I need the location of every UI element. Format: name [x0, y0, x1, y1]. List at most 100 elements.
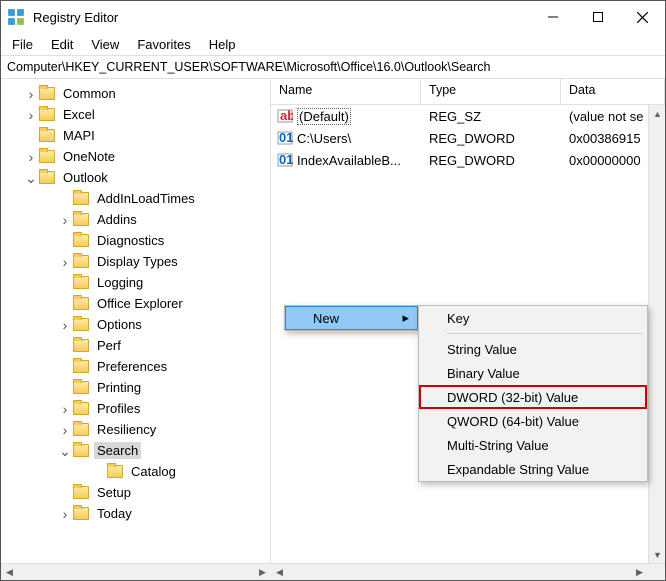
expand-icon[interactable]: ›	[23, 108, 39, 122]
scroll-right-icon[interactable]: ▶	[254, 564, 271, 580]
menu-item-binary[interactable]: Binary Value	[419, 361, 647, 385]
folder-icon	[73, 444, 89, 457]
tree-item[interactable]: ›Profiles	[1, 398, 270, 419]
tree-item[interactable]: ›Resiliency	[1, 419, 270, 440]
tree-item[interactable]: ›Today	[1, 503, 270, 524]
tree-item-selected[interactable]: ⌄Search	[1, 440, 270, 461]
tree-item[interactable]: ›Addins	[1, 209, 270, 230]
tree-item[interactable]: ›Excel	[1, 104, 270, 125]
menu-file[interactable]: File	[3, 35, 42, 54]
scrollbar-horizontal-tree[interactable]: ◀ ▶	[1, 563, 271, 580]
dword-value-icon: 011	[277, 152, 293, 168]
scroll-left-icon[interactable]: ◀	[1, 564, 18, 580]
tree-item[interactable]: Preferences	[1, 356, 270, 377]
menubar: File Edit View Favorites Help	[1, 33, 665, 55]
menu-edit[interactable]: Edit	[42, 35, 82, 54]
tree-item[interactable]: ›Display Types	[1, 251, 270, 272]
tree-item[interactable]: ›Common	[1, 83, 270, 104]
maximize-button[interactable]	[575, 1, 620, 33]
tree-item[interactable]: Office Explorer	[1, 293, 270, 314]
scroll-down-icon[interactable]: ▼	[649, 546, 665, 563]
tree-item[interactable]: MAPI	[1, 125, 270, 146]
menu-item-dword-highlighted[interactable]: DWORD (32-bit) Value	[419, 385, 647, 409]
menu-favorites[interactable]: Favorites	[128, 35, 199, 54]
scrollbar-vertical[interactable]: ▲ ▼	[648, 105, 665, 563]
dword-value-icon: 011	[277, 130, 293, 146]
scroll-left-icon[interactable]: ◀	[271, 564, 288, 580]
tree-item[interactable]: Perf	[1, 335, 270, 356]
folder-icon	[39, 129, 55, 142]
folder-icon	[73, 402, 89, 415]
menu-item-qword[interactable]: QWORD (64-bit) Value	[419, 409, 647, 433]
tree-item[interactable]: ⌄Outlook	[1, 167, 270, 188]
context-menu: New ▸	[284, 305, 419, 331]
tree-item[interactable]: Diagnostics	[1, 230, 270, 251]
folder-icon	[73, 507, 89, 520]
expand-icon[interactable]: ›	[57, 318, 73, 332]
tree-view[interactable]: ›Common ›Excel MAPI ›OneNote ⌄Outlook Ad…	[1, 79, 271, 580]
expand-icon[interactable]: ›	[57, 402, 73, 416]
tree-item[interactable]: Catalog	[1, 461, 270, 482]
scroll-up-icon[interactable]: ▲	[649, 105, 665, 122]
address-bar[interactable]: Computer\HKEY_CURRENT_USER\SOFTWARE\Micr…	[1, 55, 665, 79]
minimize-button[interactable]	[530, 1, 575, 33]
menu-help[interactable]: Help	[200, 35, 245, 54]
close-button[interactable]	[620, 1, 665, 33]
folder-icon	[39, 150, 55, 163]
col-header-name[interactable]: Name	[271, 79, 421, 104]
folder-icon	[73, 339, 89, 352]
context-menu-new[interactable]: New ▸	[285, 306, 418, 330]
collapse-icon[interactable]: ⌄	[23, 171, 39, 185]
menu-view[interactable]: View	[82, 35, 128, 54]
window-controls	[530, 1, 665, 33]
list-row[interactable]: 011IndexAvailableB... REG_DWORD 0x000000…	[271, 149, 665, 171]
tree-item[interactable]: ›Options	[1, 314, 270, 335]
folder-icon	[107, 465, 123, 478]
titlebar: Registry Editor	[1, 1, 665, 33]
folder-icon	[73, 486, 89, 499]
expand-icon[interactable]: ›	[57, 423, 73, 437]
tree-item[interactable]: AddInLoadTimes	[1, 188, 270, 209]
content-area: ›Common ›Excel MAPI ›OneNote ⌄Outlook Ad…	[1, 79, 665, 580]
folder-icon	[39, 87, 55, 100]
folder-icon	[73, 192, 89, 205]
folder-icon	[39, 171, 55, 184]
expand-icon[interactable]: ›	[23, 87, 39, 101]
chevron-right-icon: ▸	[402, 310, 409, 326]
expand-icon[interactable]: ›	[57, 255, 73, 269]
svg-text:011: 011	[279, 130, 293, 145]
folder-icon	[73, 318, 89, 331]
folder-icon	[73, 276, 89, 289]
menu-item-string[interactable]: String Value	[419, 337, 647, 361]
tree-item[interactable]: Setup	[1, 482, 270, 503]
col-header-type[interactable]: Type	[421, 79, 561, 104]
window-title: Registry Editor	[33, 10, 530, 25]
scroll-right-icon[interactable]: ▶	[631, 564, 648, 580]
folder-icon	[73, 360, 89, 373]
collapse-icon[interactable]: ⌄	[57, 444, 73, 458]
expand-icon[interactable]: ›	[57, 507, 73, 521]
tree-item[interactable]: Logging	[1, 272, 270, 293]
scrollbar-horizontal-list[interactable]: ◀ ▶	[271, 563, 665, 580]
menu-separator	[447, 333, 643, 334]
list-row[interactable]: ab(Default) REG_SZ (value not se	[271, 105, 665, 127]
menu-item-expandstring[interactable]: Expandable String Value	[419, 457, 647, 481]
folder-icon	[73, 423, 89, 436]
expand-icon[interactable]: ›	[23, 150, 39, 164]
col-header-data[interactable]: Data	[561, 79, 665, 104]
string-value-icon: ab	[277, 108, 293, 124]
folder-icon	[73, 213, 89, 226]
folder-icon	[73, 297, 89, 310]
tree-item[interactable]: Printing	[1, 377, 270, 398]
expand-icon[interactable]: ›	[57, 213, 73, 227]
folder-icon	[39, 108, 55, 121]
tree-item[interactable]: ›OneNote	[1, 146, 270, 167]
list-row[interactable]: 011C:\Users\ REG_DWORD 0x00386915	[271, 127, 665, 149]
folder-icon	[73, 234, 89, 247]
menu-item-key[interactable]: Key	[419, 306, 647, 330]
menu-item-multistring[interactable]: Multi-String Value	[419, 433, 647, 457]
context-submenu-new: Key String Value Binary Value DWORD (32-…	[418, 305, 648, 482]
svg-text:ab: ab	[280, 108, 293, 123]
registry-editor-icon	[7, 8, 25, 26]
folder-icon	[73, 381, 89, 394]
